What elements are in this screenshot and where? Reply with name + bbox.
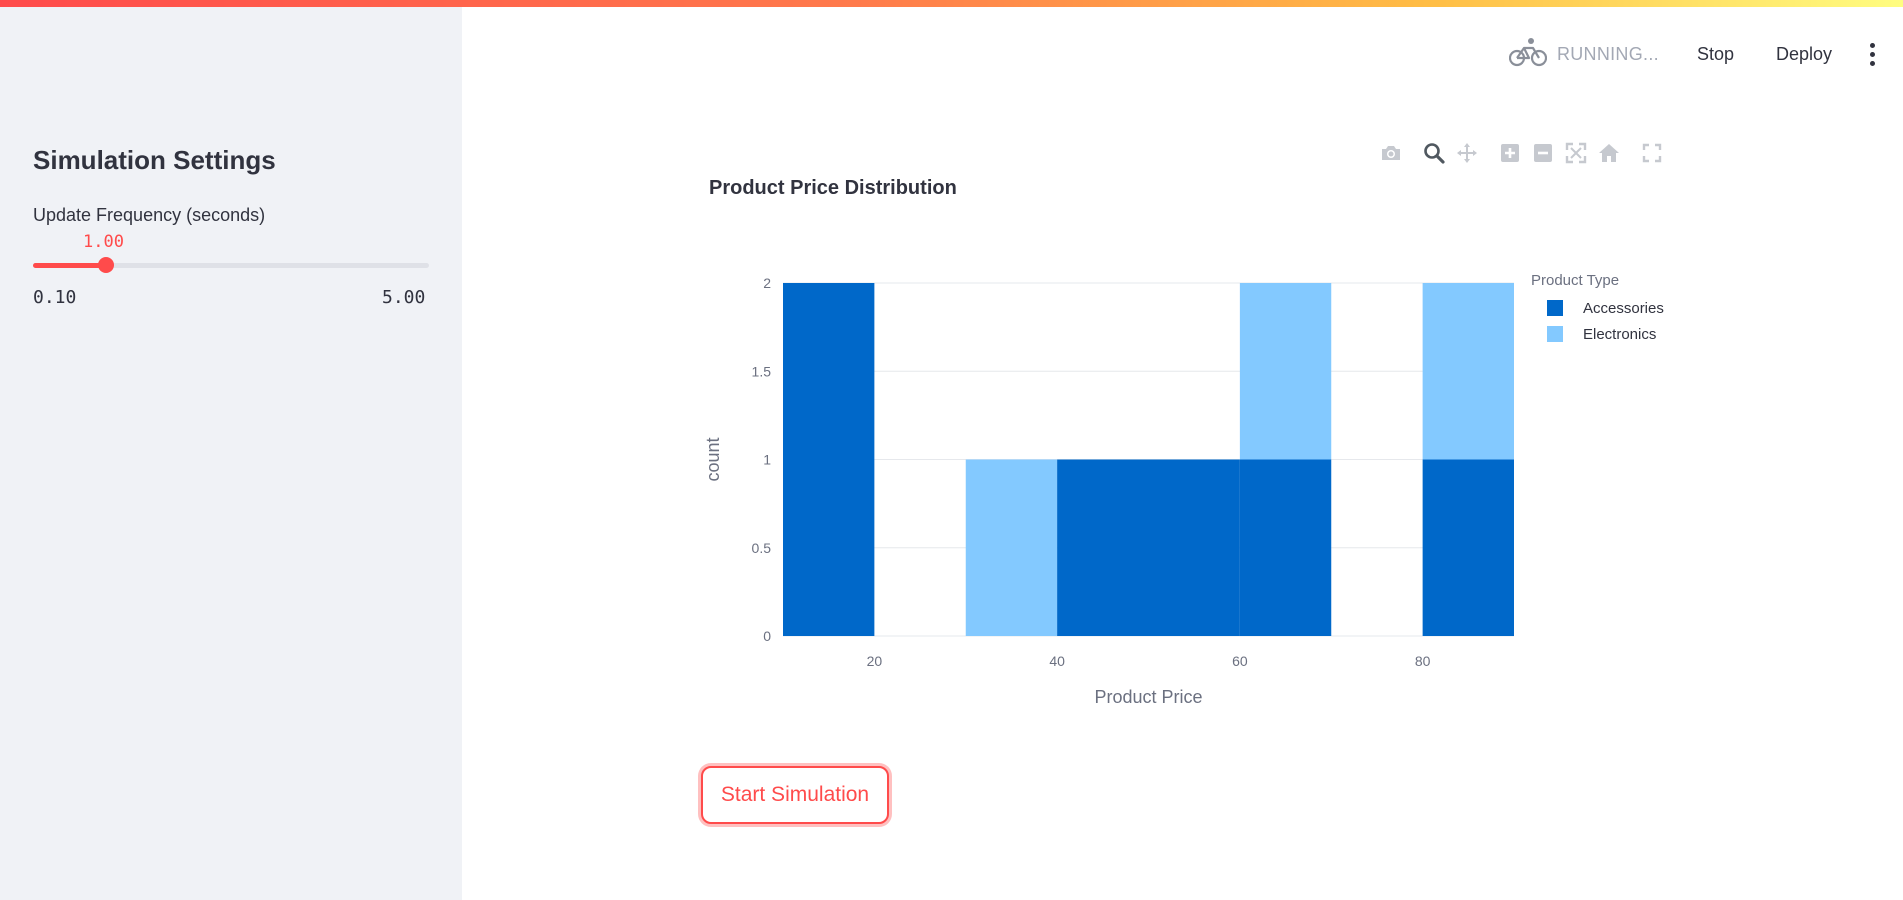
legend-swatch [1547,300,1563,316]
update-frequency-label: Update Frequency (seconds) [33,205,266,225]
histogram-bar [1239,283,1332,460]
running-status: RUNNING... [1508,36,1659,73]
zoom-in-icon[interactable] [1493,141,1526,165]
autoscale-icon[interactable] [1559,141,1592,165]
deploy-button[interactable]: Deploy [1766,38,1842,71]
x-tick-label: 60 [1232,653,1248,669]
slider-max-value: 5.00 [382,287,426,308]
y-tick-label: 1.5 [752,363,772,379]
histogram-bar [783,283,875,636]
price-histogram-chart: 0 0.5 1 1.5 2 20 40 60 80 Product Price count Produ… [703,272,1664,707]
reset-axes-icon[interactable] [1592,141,1625,165]
zoom-icon[interactable] [1417,141,1450,165]
chart-modebar [1374,141,1668,165]
sidebar-title: Simulation Settings [33,145,276,175]
more-vertical-icon[interactable] [1860,39,1885,70]
update-frequency-slider[interactable] [33,257,429,273]
y-tick-label: 0.5 [752,540,772,556]
stop-button[interactable]: Stop [1687,38,1744,71]
fullscreen-icon[interactable] [1635,141,1668,165]
legend-swatch [1547,326,1563,342]
histogram-bar [1239,459,1332,636]
histogram-bar [965,459,1058,636]
x-tick-label: 80 [1415,653,1431,669]
sidebar: Simulation Settings Update Frequency (se… [0,7,462,900]
histogram-bar [1422,283,1514,460]
zoom-out-icon[interactable] [1526,141,1559,165]
start-simulation-button[interactable]: Start Simulation [701,766,889,824]
histogram-bar [1422,459,1514,636]
slider-fill [33,263,106,268]
legend-item-label: Accessories [1583,300,1664,317]
histogram-bar [1148,459,1240,636]
slider-thumb[interactable] [97,257,114,273]
running-status-text: RUNNING... [1556,43,1659,64]
camera-icon[interactable] [1374,141,1407,165]
y-tick-label: 1 [763,452,771,468]
top-decoration-stripe [0,0,1903,7]
y-tick-label: 0 [763,628,771,644]
y-tick-label: 2 [763,275,771,291]
chart-title: Product Price Distribution [709,177,957,199]
legend-item-label: Electronics [1583,326,1656,343]
slider-min-value: 0.10 [33,287,77,308]
x-tick-label: 20 [867,653,883,669]
bicycle-icon [1508,36,1548,73]
slider-current-value: 1.00 [83,232,124,252]
y-axis-label: count [703,437,723,481]
app-toolbar: RUNNING... Stop Deploy [1508,36,1903,73]
x-tick-label: 40 [1049,653,1065,669]
pan-icon[interactable] [1450,141,1483,165]
x-axis-label: Product Price [1094,687,1202,707]
legend-title: Product Type [1531,272,1619,289]
histogram-bar [1057,459,1149,636]
